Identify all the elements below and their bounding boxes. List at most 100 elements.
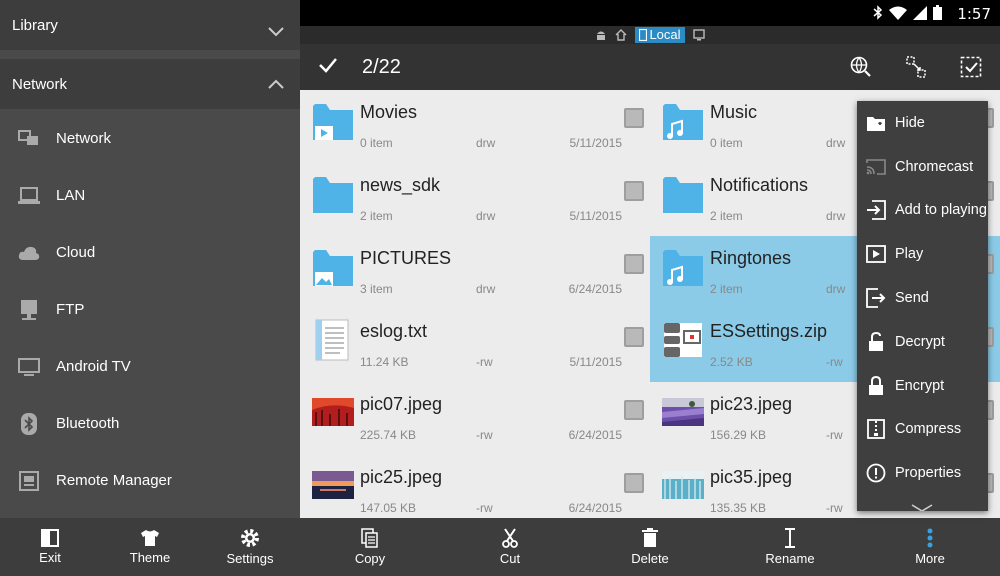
check-icon[interactable] [318,56,338,74]
theme-label: Theme [129,550,171,565]
menu-item-add-to-playing[interactable]: Add to playing [857,189,988,233]
folder-icon [663,177,703,213]
settings-label: Settings [226,551,274,566]
menu-item-label: Chromecast [895,158,974,175]
rename-button[interactable]: Rename [720,518,860,576]
window-icon[interactable] [692,29,705,41]
file-item[interactable]: PICTURES 3 item drw 6/24/2015 [300,236,650,309]
sidebar-item-remote-manager[interactable]: Remote Manager [0,452,300,509]
file-size: 2 item [710,209,743,223]
globe-search-icon[interactable] [850,56,872,78]
copy-button[interactable]: Copy [300,518,440,576]
gear-icon [241,529,259,547]
file-checkbox[interactable] [624,181,644,201]
phone-icon [639,29,648,41]
menu-item-play[interactable]: Play [857,232,988,276]
menu-item-properties[interactable]: Properties [857,451,988,495]
menu-item-encrypt[interactable]: Encrypt [857,364,988,408]
file-item[interactable]: Movies 0 item drw 5/11/2015 [300,90,650,163]
network-icon [18,128,40,150]
menu-item-label: Add to playing [895,202,987,219]
play-icon [866,244,886,264]
file-date: 5/11/2015 [569,136,623,150]
scissors-icon [502,528,518,548]
file-permissions: -rw [476,355,493,369]
menu-item-decrypt[interactable]: Decrypt [857,320,988,364]
menu-item-hide[interactable]: Hide [857,101,988,145]
sidebar-item-android-tv[interactable]: Android TV [0,338,300,395]
file-permissions: -rw [476,428,493,442]
select-all-icon[interactable] [960,56,982,78]
settings-button[interactable]: Settings [200,518,300,576]
delete-button[interactable]: Delete [580,518,720,576]
trash-icon [642,528,658,547]
folder-icon [313,177,353,213]
exit-label: Exit [39,550,61,565]
file-permissions: drw [826,209,846,223]
menu-item-label: Hide [895,114,925,131]
sidebar-item-label: Android TV [56,358,131,375]
file-checkbox[interactable] [624,108,644,128]
file-name: Music [710,102,758,122]
file-date: 6/24/2015 [568,501,622,515]
file-name: news_sdk [360,175,441,195]
file-permissions: drw [826,282,846,296]
ftp-icon [18,299,40,321]
sidebar-section-library[interactable]: Library [0,0,300,50]
file-permissions: -rw [476,501,493,515]
file-name: Notifications [710,175,809,195]
file-item[interactable]: pic07.jpeg 225.74 KB -rw 6/24/2015 [300,382,650,455]
home-icon[interactable] [615,29,627,41]
file-size: 0 item [710,136,743,150]
file-size: 0 item [360,136,393,150]
menu-item-chromecast[interactable]: Chromecast [857,145,988,189]
menu-item-compress[interactable]: Compress [857,408,988,452]
android-icon[interactable] [595,29,607,41]
bluetooth-status-icon [873,5,883,20]
sidebar-item-bluetooth[interactable]: Bluetooth [0,395,300,452]
cut-label: Cut [499,551,521,566]
sidebar-item-lan[interactable]: LAN [0,167,300,224]
location-local[interactable]: Local [635,27,685,43]
file-name: Ringtones [710,248,792,268]
file-item[interactable]: pic25.jpeg 147.05 KB -rw 6/24/2015 [300,455,650,518]
menu-item-label: Play [895,246,924,263]
sidebar-item-ftp[interactable]: FTP [0,281,300,338]
menu-item-send[interactable]: Send [857,276,988,320]
file-item[interactable]: eslog.txt 11.24 KB -rw 5/11/2015 [300,309,650,382]
remote-icon [18,470,40,492]
exit-button[interactable]: Exit [0,518,100,576]
more-button[interactable]: More [860,518,1000,576]
select-range-icon[interactable] [906,56,926,78]
menu-item-label: Compress [895,421,962,438]
sidebar-section-network[interactable]: Network [0,59,300,109]
file-checkbox[interactable] [624,400,644,420]
file-name: pic07.jpeg [360,394,443,414]
file-checkbox[interactable] [624,473,644,493]
file-item[interactable]: news_sdk 2 item drw 5/11/2015 [300,163,650,236]
chevron-down-icon[interactable] [911,503,933,511]
status-icons [873,5,942,20]
sidebar-bottom-bar: Exit Theme Settings [0,518,300,576]
location-label: Local [649,27,681,42]
more-label: More [915,551,945,566]
cut-button[interactable]: Cut [440,518,580,576]
menu-item-label: Encrypt [895,377,945,394]
menu-item-label: Send [895,290,929,307]
file-date: 6/24/2015 [568,428,622,442]
file-name: pic25.jpeg [360,467,443,487]
sidebar-item-cloud[interactable]: Cloud [0,224,300,281]
file-checkbox[interactable] [624,254,644,274]
sidebar-item-network[interactable]: Network [0,110,300,167]
file-size: 225.74 KB [360,428,417,442]
file-size: 147.05 KB [360,501,417,515]
lock-icon [866,375,886,396]
file-name: Movies [360,102,418,122]
image-thumbnail [312,398,354,426]
file-permissions: drw [476,209,496,223]
network-section-label: Network [12,75,68,93]
file-checkbox[interactable] [624,327,644,347]
status-time: 1:57 [957,5,991,23]
theme-button[interactable]: Theme [100,518,200,576]
sidebar-item-label: Bluetooth [56,415,120,432]
